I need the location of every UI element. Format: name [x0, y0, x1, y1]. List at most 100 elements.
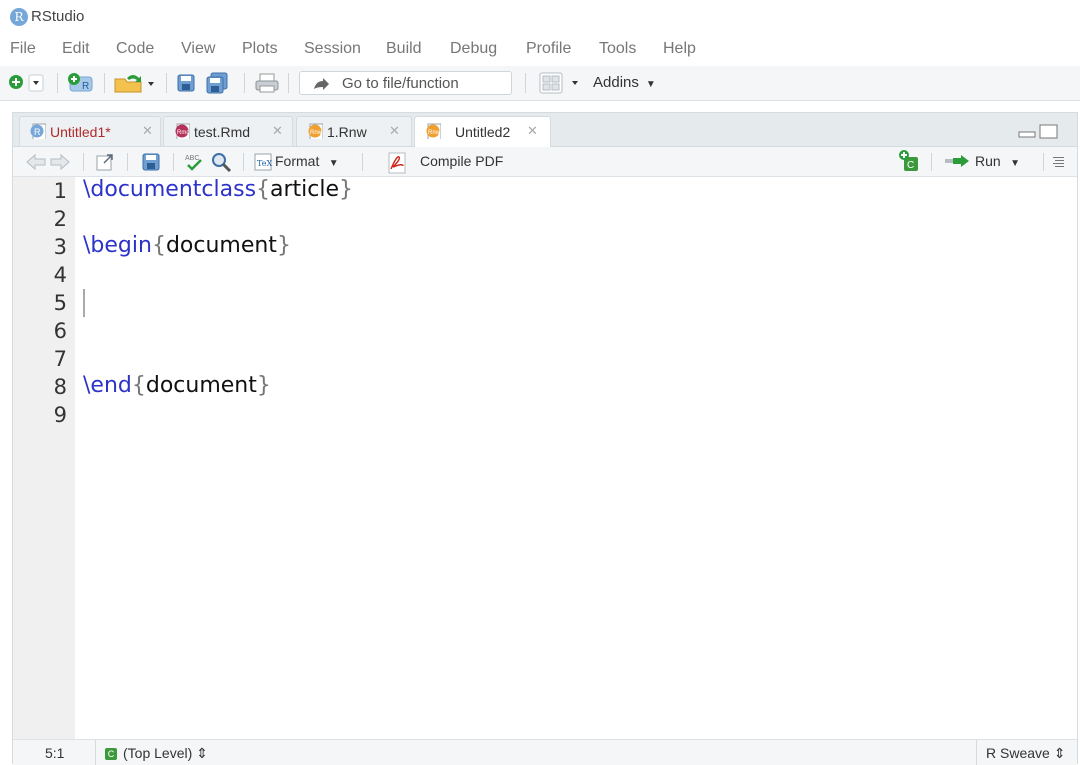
maximize-pane-icon[interactable]: [1039, 124, 1058, 139]
outline-icon[interactable]: [1049, 152, 1067, 170]
scope-label: (Top Level): [123, 745, 193, 761]
tab-untitled2[interactable]: Rnw Untitled2 ✕: [414, 116, 551, 147]
spellcheck-text: ABC: [185, 155, 199, 162]
toolbar-separator: [1043, 153, 1044, 171]
toolbar-separator: [243, 153, 244, 171]
menu-session[interactable]: Session: [304, 40, 361, 58]
toolbar-separator: [83, 153, 84, 171]
brace: }: [339, 177, 354, 202]
line-number: 7: [53, 347, 67, 371]
menu-view[interactable]: View: [181, 40, 215, 58]
workspace-panes-icon[interactable]: [538, 72, 582, 94]
svg-text:Rmd: Rmd: [177, 130, 190, 136]
menu-plots[interactable]: Plots: [242, 40, 278, 58]
tab-test-rmd[interactable]: Rmd test.Rmd ✕: [163, 116, 293, 146]
menu-build[interactable]: Build: [386, 40, 422, 58]
toolbar-separator: [244, 73, 245, 93]
save-icon[interactable]: [176, 72, 196, 94]
latex-command: \end: [83, 373, 132, 398]
rnw-icon: Rnw: [426, 123, 441, 139]
main-toolbar: R Go to file/function Addins ▼: [0, 66, 1080, 101]
addins-label: Addins: [593, 74, 639, 91]
compile-pdf-button[interactable]: Compile PDF: [420, 153, 503, 169]
brace: {: [131, 373, 146, 398]
menu-bar: File Edit Code View Plots Session Build …: [0, 36, 1080, 64]
line-number: 8: [53, 375, 67, 399]
close-icon[interactable]: ✕: [527, 123, 538, 139]
new-project-icon[interactable]: R: [66, 72, 98, 94]
tab-label: Untitled2: [455, 124, 511, 140]
menu-file[interactable]: File: [10, 40, 36, 58]
tab-label: test.Rmd: [194, 124, 251, 140]
file-type-label: R Sweave: [986, 745, 1050, 761]
back-forward-icon[interactable]: [25, 152, 71, 172]
save-all-icon[interactable]: [205, 72, 231, 94]
tab-1-rnw[interactable]: Rnw 1.Rnw ✕: [296, 116, 412, 146]
svg-text:TeX: TeX: [257, 159, 272, 168]
line-number: 1: [53, 179, 67, 203]
close-icon[interactable]: ✕: [272, 123, 283, 139]
go-to-file-placeholder: Go to file/function: [342, 75, 459, 92]
chevron-down-icon: ▼: [643, 79, 656, 90]
menu-edit[interactable]: Edit: [62, 40, 90, 58]
text-cursor: [83, 289, 85, 317]
toolbar-separator: [525, 73, 526, 93]
r-script-icon: R: [30, 123, 46, 139]
save-icon[interactable]: [141, 152, 161, 172]
menu-tools[interactable]: Tools: [599, 40, 636, 58]
show-in-window-icon[interactable]: [95, 152, 117, 172]
window-title: RStudio: [31, 8, 85, 25]
menu-code[interactable]: Code: [116, 40, 154, 58]
toolbar-separator: [57, 73, 58, 93]
pdf-icon: [388, 152, 406, 174]
insert-chunk-icon[interactable]: C: [898, 149, 922, 173]
status-separator: [95, 740, 96, 765]
latex-command: \documentclass: [83, 177, 257, 202]
line-number: 2: [53, 207, 67, 231]
cursor-position: 5:1: [45, 745, 65, 761]
menu-help[interactable]: Help: [663, 40, 696, 58]
code-line: \begin{document}: [83, 233, 291, 258]
search-icon[interactable]: [211, 152, 233, 172]
chevron-down-icon: ▼: [323, 158, 339, 169]
addins-menu[interactable]: Addins ▼: [593, 74, 656, 91]
line-number: 9: [53, 403, 67, 427]
status-separator: [976, 740, 977, 765]
go-to-file-input[interactable]: Go to file/function: [299, 71, 512, 95]
format-menu[interactable]: Format ▼: [275, 153, 339, 169]
line-number: 6: [53, 319, 67, 343]
run-button[interactable]: Run ▼: [975, 153, 1020, 169]
code-editor[interactable]: \documentclass{article} \begin{document}…: [83, 177, 1077, 739]
svg-text:R: R: [82, 81, 89, 92]
tab-label: Untitled1*: [50, 124, 111, 140]
chunk-badge-icon: C: [105, 748, 117, 760]
print-icon[interactable]: [254, 72, 280, 94]
line-number: 4: [53, 263, 67, 287]
menu-debug[interactable]: Debug: [450, 40, 497, 58]
svg-text:R: R: [34, 127, 41, 137]
latex-argument: article: [270, 177, 340, 202]
file-type-selector[interactable]: R Sweave ⇕: [986, 745, 1065, 762]
close-icon[interactable]: ✕: [142, 123, 153, 139]
minimize-pane-icon[interactable]: [1018, 131, 1036, 138]
brace: }: [256, 373, 271, 398]
toolbar-separator: [104, 73, 105, 93]
editor-toolbar: ABC TeX Format ▼ Compile PDF C Run ▼: [13, 147, 1077, 177]
rnw-icon: Rnw: [308, 123, 323, 139]
editor-tab-bar: R Untitled1* ✕ Rmd test.Rmd ✕ Rnw 1.Rnw …: [13, 113, 1077, 147]
open-folder-icon[interactable]: [113, 72, 159, 94]
tab-untitled1[interactable]: R Untitled1* ✕: [19, 116, 161, 146]
run-label: Run: [975, 153, 1001, 169]
svg-text:Rnw: Rnw: [428, 130, 441, 136]
new-file-icon[interactable]: [8, 72, 44, 94]
brace: {: [256, 177, 271, 202]
line-number-gutter: 1 2 3 4 5 6 7 8 9: [13, 177, 75, 739]
code-line: \end{document}: [83, 373, 271, 398]
scope-selector[interactable]: C (Top Level) ⇕: [105, 745, 208, 762]
toolbar-separator: [166, 73, 167, 93]
brace: {: [151, 233, 166, 258]
chevron-down-icon: ▼: [1004, 158, 1021, 169]
menu-profile[interactable]: Profile: [526, 40, 571, 58]
spellcheck-icon[interactable]: ABC: [183, 152, 207, 172]
close-icon[interactable]: ✕: [389, 123, 400, 139]
